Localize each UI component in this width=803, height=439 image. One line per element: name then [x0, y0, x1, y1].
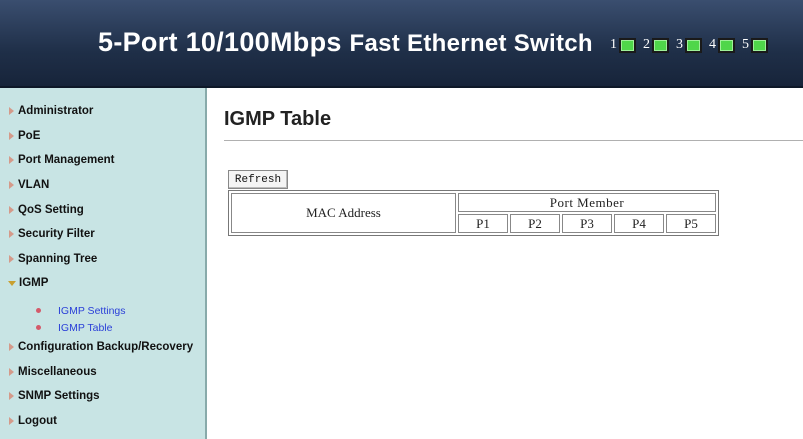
sidebar-item-configuration-backup[interactable]: Configuration Backup/Recovery	[0, 337, 193, 357]
port-status-2: 2	[643, 37, 669, 53]
sidebar-item-logout[interactable]: Logout	[0, 411, 57, 431]
sidebar-item-poe[interactable]: PoE	[0, 126, 40, 146]
port-status-panel: 1 2 3 4 5	[610, 37, 768, 53]
bullet-icon	[36, 308, 41, 313]
arrow-right-icon	[9, 417, 14, 425]
title-divider	[224, 140, 803, 141]
arrow-down-icon	[8, 280, 16, 286]
arrow-right-icon	[9, 255, 14, 263]
main-content: IGMP Table Refresh MAC Address Port Memb…	[209, 88, 803, 439]
port-status-5: 5	[742, 37, 768, 53]
sidebar-item-igmp[interactable]: IGMP	[0, 273, 48, 293]
port-status-3: 3	[676, 37, 702, 53]
arrow-right-icon	[9, 132, 14, 140]
arrow-right-icon	[9, 156, 14, 164]
port-status-4: 4	[709, 37, 735, 53]
port-column-header: P1	[458, 214, 508, 233]
sidebar-subitem-igmp-table[interactable]: IGMP Table	[0, 321, 112, 334]
arrow-right-icon	[9, 206, 14, 214]
sidebar-item-spanning-tree[interactable]: Spanning Tree	[0, 249, 97, 269]
arrow-right-icon	[9, 343, 14, 351]
sidebar-item-qos-setting[interactable]: QoS Setting	[0, 200, 84, 220]
device-title-suffix: Fast Ethernet Switch	[349, 30, 593, 57]
sidebar-item-snmp-settings[interactable]: SNMP Settings	[0, 386, 100, 406]
port-led-icon	[652, 37, 669, 53]
sidebar-item-vlan[interactable]: VLAN	[0, 175, 49, 195]
device-title: 5-Port 10/100Mbps Fast Ethernet Switch	[98, 27, 593, 58]
arrow-right-icon	[9, 368, 14, 376]
sidebar-item-administrator[interactable]: Administrator	[0, 101, 93, 121]
port-column-header: P2	[510, 214, 560, 233]
sidebar-menu: Administrator PoE Port Management VLAN Q…	[0, 88, 207, 439]
device-title-prefix: 5-Port 10/100Mbps	[98, 27, 342, 57]
port-column-header: P4	[614, 214, 664, 233]
port-column-header: P3	[562, 214, 612, 233]
arrow-right-icon	[9, 181, 14, 189]
bullet-icon	[36, 325, 41, 330]
port-led-icon	[718, 37, 735, 53]
arrow-right-icon	[9, 107, 14, 115]
refresh-button[interactable]: Refresh	[228, 170, 288, 189]
arrow-right-icon	[9, 392, 14, 400]
port-member-header: Port Member	[458, 193, 716, 212]
port-status-1: 1	[610, 37, 636, 53]
sidebar-subitem-igmp-settings[interactable]: IGMP Settings	[0, 304, 126, 317]
header-banner: 5-Port 10/100Mbps Fast Ethernet Switch 1…	[0, 0, 803, 88]
port-column-header: P5	[666, 214, 716, 233]
port-led-icon	[751, 37, 768, 53]
sidebar-item-miscellaneous[interactable]: Miscellaneous	[0, 362, 97, 382]
arrow-right-icon	[9, 230, 14, 238]
igmp-table: MAC Address Port Member P1 P2 P3 P4 P5	[228, 190, 719, 236]
port-led-icon	[619, 37, 636, 53]
page-title: IGMP Table	[224, 108, 332, 130]
port-led-icon	[685, 37, 702, 53]
sidebar-item-port-management[interactable]: Port Management	[0, 150, 115, 170]
mac-address-header: MAC Address	[231, 193, 456, 233]
sidebar-item-security-filter[interactable]: Security Filter	[0, 224, 95, 244]
